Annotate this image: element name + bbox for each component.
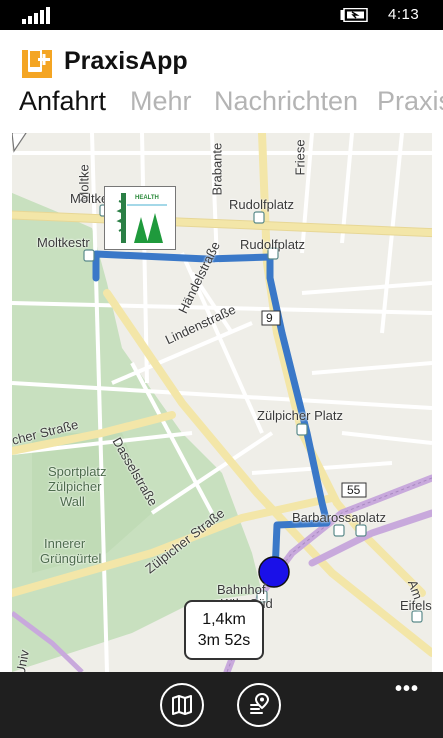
directions-button[interactable]: [237, 683, 281, 727]
svg-text:HEALTH: HEALTH: [135, 195, 159, 201]
map-label: Moltke: [70, 191, 109, 206]
map-label: Innerer: [44, 536, 86, 551]
map-view[interactable]: Moltke Moltke Moltkestr Brabante Friese …: [12, 133, 432, 672]
map-label: Grüngürtel: [40, 551, 102, 566]
tab-praxis[interactable]: Praxis: [377, 86, 443, 117]
tab-mehr[interactable]: Mehr: [130, 86, 192, 117]
map-label: Rudolfplatz: [240, 237, 306, 252]
status-bar: 4:13: [0, 0, 443, 30]
tab-nachrichten[interactable]: Nachrichten: [214, 86, 358, 117]
app-bar: •••: [0, 672, 443, 738]
more-options-button[interactable]: •••: [395, 678, 419, 701]
route-distance: 1,4km: [202, 611, 246, 628]
map-label: Barbarossaplatz: [292, 510, 386, 525]
health-logo-icon: HEALTH: [116, 193, 167, 243]
map-label: Wall: [60, 494, 85, 509]
route-shield-55: 55: [347, 483, 361, 497]
directions-pin-icon: [250, 692, 270, 714]
praxisapp-logo-icon: [22, 48, 52, 78]
map-label: Brabante: [209, 142, 225, 196]
tab-anfahrt[interactable]: Anfahrt: [19, 86, 106, 117]
route-duration: 3m 52s: [197, 632, 251, 649]
map-label: Zülpicher Platz: [257, 408, 343, 423]
app-title: PraxisApp: [64, 47, 188, 75]
signal-icon: [22, 7, 50, 24]
pin-pointer-icon: [12, 133, 27, 153]
route-shield-9: 9: [266, 311, 273, 325]
destination-pin[interactable]: HEALTH: [104, 186, 176, 250]
map-label: Friese: [292, 139, 308, 176]
map-icon: [172, 695, 192, 715]
status-time: 4:13: [388, 6, 420, 23]
map-label: Sportplatz: [48, 464, 107, 479]
map-label: Bahnhof: [217, 582, 266, 597]
battery-charging-icon: [340, 8, 368, 22]
route-info-box: 1,4km 3m 52s: [184, 600, 264, 660]
pivot-tabs: Anfahrt Mehr Nachrichten Praxis: [19, 86, 443, 122]
map-label: Rudolfplatz: [229, 197, 295, 212]
map-label: Moltkestr: [37, 235, 90, 250]
map-label: Zülpicher: [48, 479, 102, 494]
map-button[interactable]: [160, 683, 204, 727]
